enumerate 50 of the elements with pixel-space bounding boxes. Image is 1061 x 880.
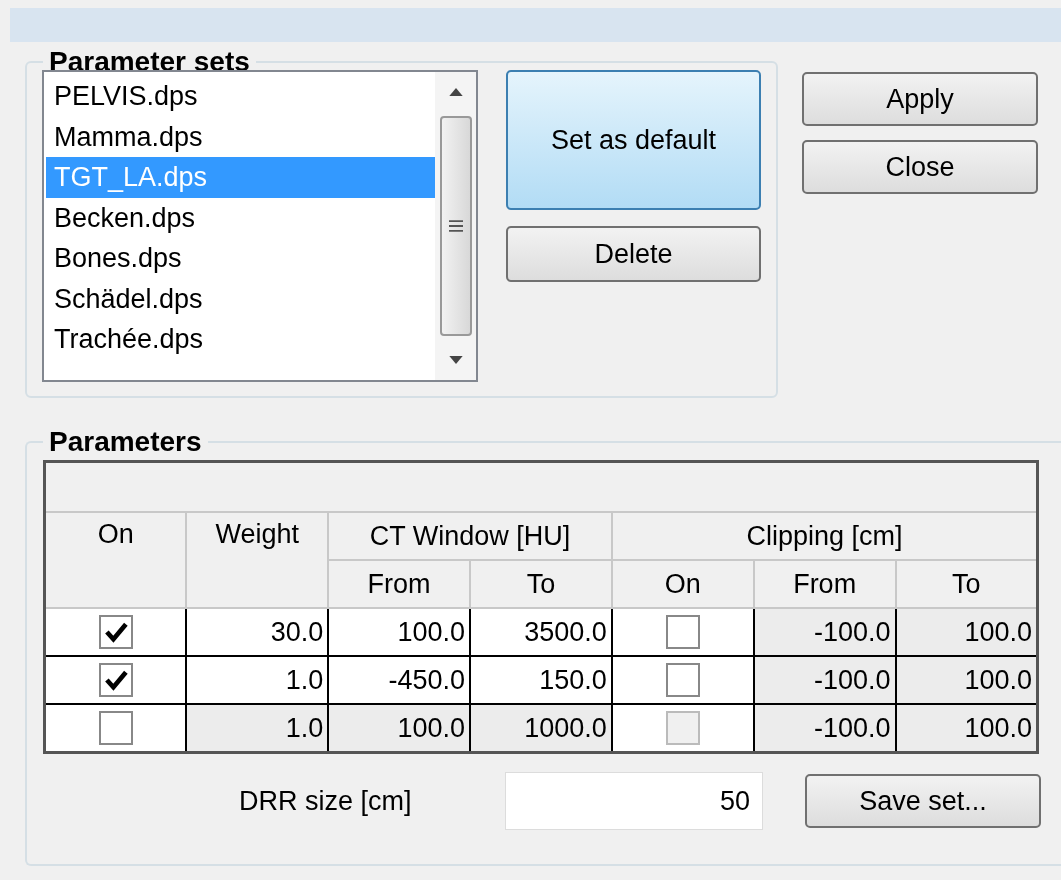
list-item[interactable]: Trachée.dps	[46, 319, 435, 360]
set-button[interactable]: Delete	[506, 226, 761, 282]
column-header: On	[44, 512, 187, 608]
list-item[interactable]: Mamma.dps	[46, 116, 435, 157]
table-cell[interactable]: 100.0	[895, 656, 1038, 704]
scrollbar-thumb[interactable]	[439, 116, 472, 336]
table-cell[interactable]: 100.0	[895, 608, 1038, 656]
scroll-down-icon[interactable]	[448, 356, 463, 364]
set-button[interactable]: Set as default	[506, 70, 761, 210]
column-header: Weight	[186, 512, 329, 608]
grip-icon	[448, 219, 463, 233]
drr-size-field[interactable]: 50	[505, 772, 763, 830]
column-header: To	[470, 560, 612, 608]
scrollbar[interactable]	[435, 72, 476, 380]
table-cell[interactable]: 100.0	[328, 608, 471, 656]
column-header: From	[753, 560, 896, 608]
column-header: To	[895, 560, 1038, 608]
checkbox[interactable]	[665, 711, 700, 745]
checkbox[interactable]	[665, 663, 700, 697]
table-cell[interactable]: 1000.0	[470, 704, 612, 753]
checkbox[interactable]	[98, 615, 133, 649]
checkbox[interactable]	[665, 615, 700, 649]
column-header: On	[611, 560, 754, 608]
list-item[interactable]: Bones.dps	[46, 238, 435, 279]
list-box[interactable]: PELVIS.dps Mamma.dps TGT_LA.dps Becken.dps Bones.dps Schädel.dps Trachée.dps	[42, 70, 478, 382]
drr-size-label: DRR size [cm]	[239, 785, 413, 817]
scroll-up-icon[interactable]	[448, 88, 463, 96]
list-item[interactable]: PELVIS.dps	[46, 76, 435, 117]
checkbox[interactable]	[98, 711, 133, 745]
column-header: Clipping [cm]	[611, 512, 1038, 560]
dialog-button[interactable]: Close	[802, 140, 1038, 194]
table-cell[interactable]: 100.0	[328, 704, 471, 753]
table-cell[interactable]: -100.0	[753, 608, 896, 656]
table-cell[interactable]: 150.0	[470, 656, 612, 704]
table-cell[interactable]: -100.0	[753, 656, 896, 704]
list-item[interactable]: Becken.dps	[46, 197, 435, 238]
table-cell[interactable]: 100.0	[895, 704, 1038, 753]
list-item[interactable]: Schädel.dps	[46, 278, 435, 319]
table-cell[interactable]: 30.0	[186, 608, 329, 656]
table-cell[interactable]: 1.0	[186, 704, 329, 753]
save-set-button[interactable]: Save set...	[805, 774, 1041, 828]
table-cell[interactable]: -100.0	[753, 704, 896, 753]
table-cell[interactable]: 3500.0	[470, 608, 612, 656]
group-title: Parameters	[48, 426, 203, 458]
dialog-button[interactable]: Apply	[802, 72, 1038, 126]
checkbox[interactable]	[98, 663, 133, 697]
column-header: From	[328, 560, 471, 608]
table-cell[interactable]: 1.0	[186, 656, 329, 704]
column-header: CT Window [HU]	[328, 512, 612, 560]
table-cell[interactable]: -450.0	[328, 656, 471, 704]
